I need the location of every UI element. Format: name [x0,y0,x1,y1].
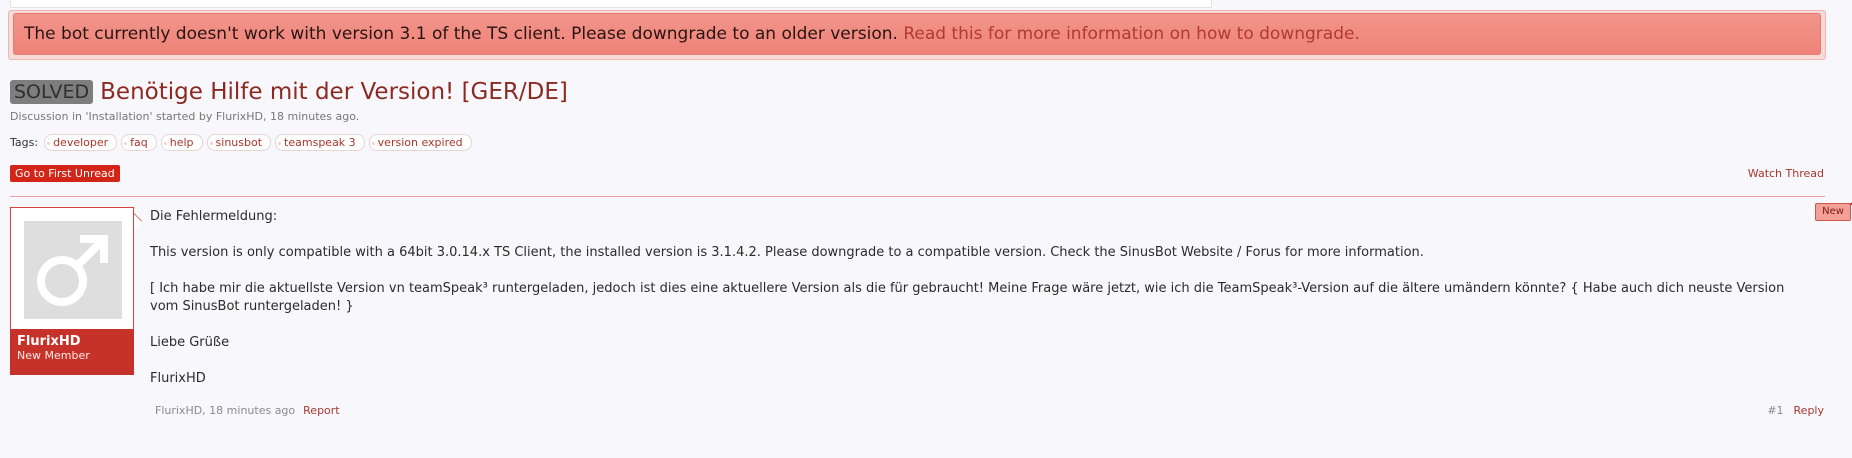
watch-thread-link[interactable]: Watch Thread [1748,167,1824,180]
message-paragraph: Liebe Grüße [150,335,230,350]
go-to-first-unread-button[interactable]: Go to First Unread [10,165,120,182]
tag-sinusbot[interactable]: sinusbot [206,134,272,151]
message-paragraph: [ Ich habe mir die aktuellste Version vn… [150,281,1785,314]
thread-meta: Discussion in 'Installation' started by … [10,110,360,123]
header-divider [10,196,1825,197]
reply-link[interactable]: Reply [1794,404,1824,417]
solved-prefix-badge: SOLVED [10,80,94,104]
post-date[interactable]: FlurixHD, 18 minutes ago [155,404,295,417]
tag-list: Tags: developer faq help sinusbot teamsp… [10,134,476,151]
post-message: Die Fehlermeldung: This version is only … [150,208,1815,388]
user-card: FlurixHD New Member [10,207,142,377]
tag-developer[interactable]: developer [44,134,118,151]
report-link[interactable]: Report [303,404,339,417]
thread-title: Benötige Hilfe mit der Version! [GER/DE] [100,79,568,105]
avatar-frame[interactable] [10,207,142,330]
tag-faq[interactable]: faq [121,134,157,151]
message-paragraph: FlurixHD [150,371,206,386]
tag-version-expired[interactable]: version expired [368,134,472,151]
user-title: New Member [17,349,90,362]
notice-text: The bot currently doesn't work with vers… [24,24,904,44]
new-post-badge: New [1815,201,1852,221]
tags-label: Tags: [10,136,39,149]
post-number-link[interactable]: #1 [1767,404,1783,417]
user-info: FlurixHD New Member [10,329,134,375]
thread-title-row: SOLVED Benötige Hilfe mit der Version! [… [10,78,568,106]
username[interactable]: FlurixHD [17,334,127,349]
message-paragraph: This version is only compatible with a 6… [150,245,1424,260]
notice-link[interactable]: Read this for more information on how to… [903,24,1360,44]
post-footer-actions: #1 Reply [1767,404,1824,417]
avatar[interactable] [24,221,122,319]
notice-banner: The bot currently doesn't work with vers… [13,13,1821,55]
top-container-edge [10,0,1212,8]
post-footer-meta: FlurixHD, 18 minutes ago Report [155,404,340,417]
message-paragraph: Die Fehlermeldung: [150,209,278,224]
male-symbol-icon [37,235,108,306]
tag-help[interactable]: help [160,134,203,151]
tag-teamspeak-3[interactable]: teamspeak 3 [275,134,365,151]
